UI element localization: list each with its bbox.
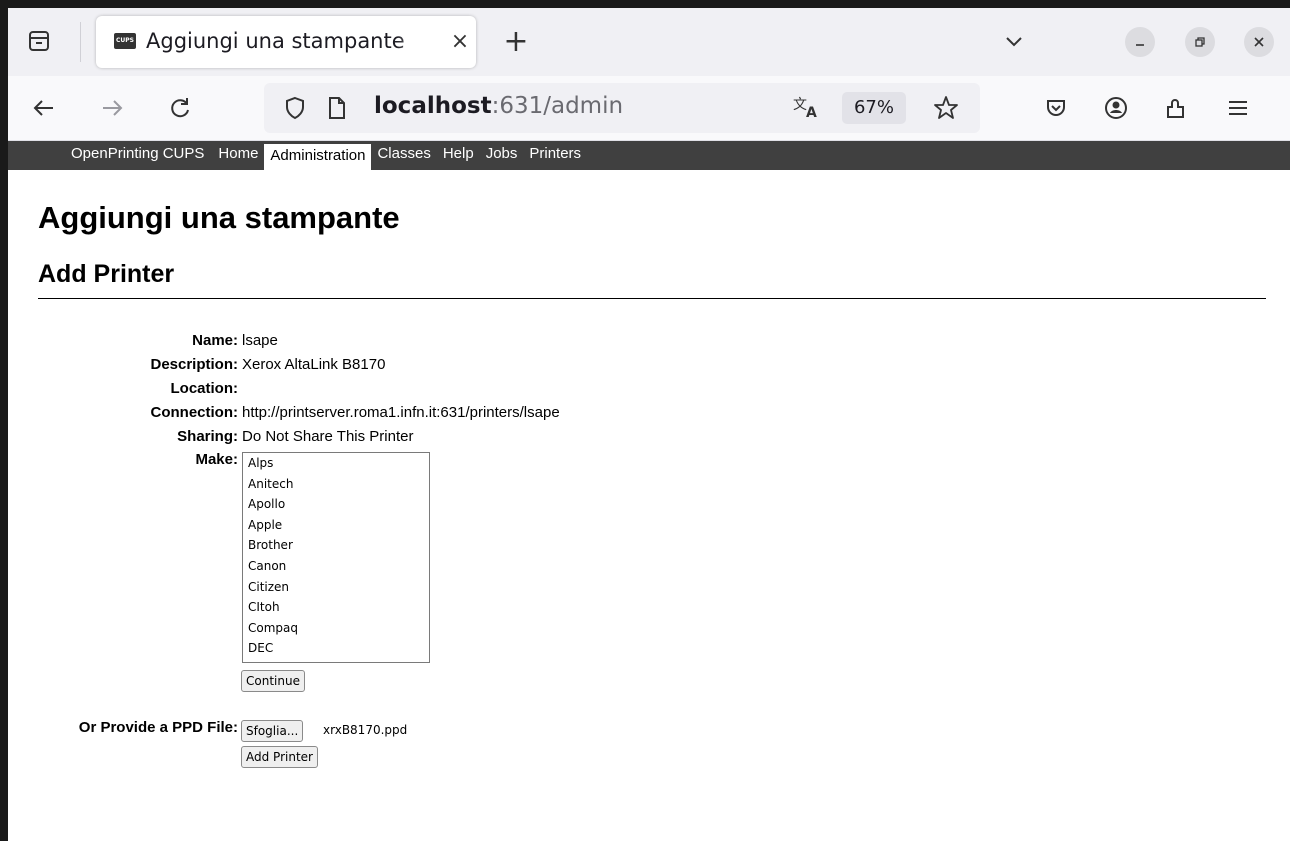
cups-favicon-icon: CUPS: [114, 33, 136, 49]
nav-home[interactable]: Home: [212, 141, 264, 167]
new-tab-icon[interactable]: +: [498, 24, 534, 60]
svg-text:A: A: [806, 105, 817, 121]
description-label: Description:: [150, 356, 238, 373]
bookmark-star-icon[interactable]: [932, 94, 960, 126]
make-option[interactable]: Compaq: [243, 618, 429, 639]
name-label: Name:: [192, 332, 238, 349]
sharing-value: Do Not Share This Printer: [242, 428, 414, 445]
close-window-icon[interactable]: [1244, 27, 1274, 57]
location-label: Location:: [170, 380, 239, 397]
make-option[interactable]: Apollo: [243, 494, 429, 515]
tab-list-icon[interactable]: [22, 24, 56, 58]
make-option[interactable]: CItoh: [243, 597, 429, 618]
continue-button[interactable]: Continue: [241, 670, 305, 692]
nav-administration[interactable]: Administration: [264, 144, 372, 170]
cups-nav: OpenPrinting CUPS Home Administration Cl…: [65, 141, 587, 170]
make-option[interactable]: Canon: [243, 556, 429, 577]
url-bar[interactable]: localhost:631/admin 文A 67%: [264, 83, 980, 133]
connection-label: Connection:: [150, 404, 239, 421]
description-row: Description: Xerox AltaLink B8170: [8, 356, 708, 378]
chevron-down-icon[interactable]: [998, 26, 1030, 58]
browser-tab[interactable]: CUPS Aggiungi una stampante ×: [96, 16, 476, 68]
url-path: :631/admin: [491, 93, 624, 119]
make-label: Make:: [195, 451, 238, 468]
sharing-row: Sharing: Do Not Share This Printer: [8, 428, 708, 450]
reload-icon[interactable]: [162, 90, 198, 126]
account-icon[interactable]: [1098, 90, 1134, 126]
make-select-list[interactable]: Alps Anitech Apollo Apple Brother Canon …: [242, 452, 430, 663]
minimize-icon[interactable]: [1125, 27, 1155, 57]
extensions-icon[interactable]: [1158, 90, 1194, 126]
page-content: Aggiungi una stampante Add Printer Name:…: [8, 170, 1290, 841]
forward-arrow-icon[interactable]: [94, 90, 130, 126]
add-printer-button[interactable]: Add Printer: [241, 746, 318, 768]
browser-window: CUPS Aggiungi una stampante × + localhos…: [8, 8, 1290, 841]
zoom-indicator[interactable]: 67%: [842, 92, 906, 124]
shield-icon[interactable]: [282, 95, 308, 125]
make-option[interactable]: Anitech: [243, 474, 429, 495]
tab-bar: CUPS Aggiungi una stampante × +: [8, 8, 1290, 76]
cups-header: OpenPrinting CUPS Home Administration Cl…: [8, 141, 1290, 170]
connection-value: http://printserver.roma1.infn.it:631/pri…: [242, 404, 560, 421]
ppd-file-name: xrxB8170.ppd: [323, 723, 408, 737]
tab-separator: [80, 22, 81, 62]
nav-jobs[interactable]: Jobs: [480, 141, 524, 167]
location-row: Location:: [8, 380, 708, 402]
url-host: localhost: [374, 93, 492, 119]
ppd-label: Or Provide a PPD File:: [78, 719, 238, 736]
nav-classes[interactable]: Classes: [371, 141, 436, 167]
translate-icon[interactable]: 文A: [792, 95, 822, 125]
restore-icon[interactable]: [1185, 27, 1215, 57]
cups-brand-link[interactable]: OpenPrinting CUPS: [65, 141, 210, 167]
make-option[interactable]: Apple: [243, 515, 429, 536]
heading-divider: [38, 298, 1266, 299]
close-tab-icon[interactable]: ×: [446, 28, 474, 56]
section-heading: Add Printer: [38, 260, 175, 288]
make-option[interactable]: Brother: [243, 535, 429, 556]
make-option[interactable]: Citizen: [243, 577, 429, 598]
url-text[interactable]: localhost:631/admin: [374, 93, 623, 119]
nav-help[interactable]: Help: [437, 141, 480, 167]
svg-text:文: 文: [793, 97, 807, 113]
menu-hamburger-icon[interactable]: [1220, 90, 1256, 126]
make-option[interactable]: DEC: [243, 638, 429, 659]
name-value: lsape: [242, 332, 278, 349]
page-icon[interactable]: [324, 95, 350, 125]
connection-row: Connection: http://printserver.roma1.inf…: [8, 404, 708, 426]
make-option[interactable]: Alps: [243, 453, 429, 474]
description-value: Xerox AltaLink B8170: [242, 356, 386, 373]
nav-printers[interactable]: Printers: [523, 141, 587, 167]
back-arrow-icon[interactable]: [26, 90, 62, 126]
browse-file-button[interactable]: Sfoglia...: [241, 720, 304, 742]
pocket-icon[interactable]: [1038, 90, 1074, 126]
sharing-label: Sharing:: [177, 428, 238, 445]
page-title: Aggiungi una stampante: [38, 200, 400, 235]
navigation-toolbar: localhost:631/admin 文A 67%: [8, 76, 1290, 141]
name-row: Name: lsape: [8, 332, 708, 354]
